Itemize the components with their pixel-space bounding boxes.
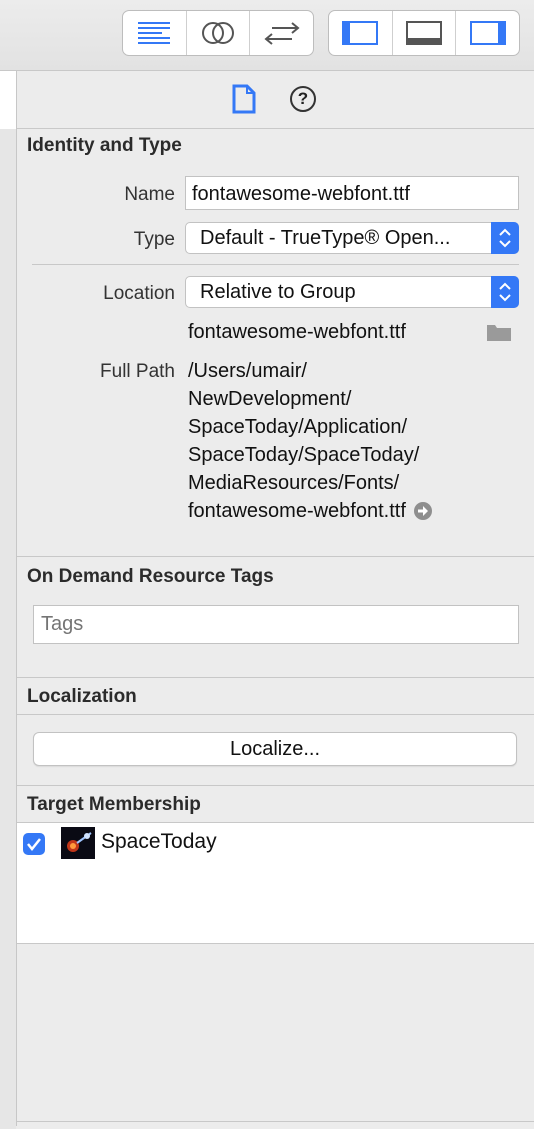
section-divider (17, 677, 534, 678)
full-path-last-line: fontawesome-webfont.ttf (188, 497, 433, 525)
reveal-in-finder-arrow-icon[interactable] (413, 501, 433, 521)
standard-editor-icon (138, 22, 171, 44)
full-path-line: MediaResources/Fonts/ (188, 472, 400, 494)
assistant-editor-button[interactable] (187, 11, 251, 55)
chevron-updown-icon (491, 222, 519, 254)
type-label: Type (133, 229, 175, 250)
localization-section-title: Localization (27, 686, 137, 707)
full-path-line: SpaceToday/SpaceToday/ (188, 444, 420, 466)
full-path-label: Full Path (100, 361, 175, 382)
identity-divider (32, 264, 519, 265)
chevron-updown-icon (491, 276, 519, 308)
inspector-tab-bar (17, 71, 534, 129)
assistant-editor-icon (202, 22, 234, 44)
name-field[interactable]: fontawesome-webfont.ttf (185, 176, 519, 210)
localize-button[interactable]: Localize... (33, 732, 517, 766)
tags-section-title: On Demand Resource Tags (27, 566, 274, 587)
section-divider (17, 785, 534, 786)
editor-edge (0, 71, 17, 1129)
version-editor-icon (264, 22, 300, 45)
view-toggle-segmented-control (328, 10, 520, 56)
target-membership-section-title: Target Membership (27, 794, 201, 815)
target-membership-list: SpaceToday (17, 822, 534, 944)
target-row[interactable]: SpaceToday (17, 823, 534, 863)
file-inspector-icon[interactable] (231, 84, 257, 114)
folder-icon[interactable] (486, 322, 512, 342)
navigator-toggle-button[interactable] (329, 11, 393, 55)
target-name: SpaceToday (101, 830, 217, 853)
utilities-toggle-icon (469, 21, 506, 45)
full-path-line: fontawesome-webfont.ttf (188, 500, 406, 522)
quick-help-icon[interactable]: ? (290, 86, 316, 112)
section-divider (17, 556, 534, 557)
file-name-value: fontawesome-webfont.ttf (188, 321, 406, 343)
tags-input[interactable] (33, 605, 519, 644)
full-path-line: SpaceToday/Application/ (188, 416, 408, 438)
type-popup-value: Default - TrueType® Open... (200, 227, 451, 249)
location-label: Location (103, 283, 175, 304)
quick-help-glyph: ? (297, 89, 309, 108)
navigator-toggle-icon (342, 21, 379, 45)
version-editor-button[interactable] (250, 11, 313, 55)
debug-area-toggle-icon (406, 21, 442, 45)
standard-editor-button[interactable] (123, 11, 187, 55)
location-popup[interactable]: Relative to Group (185, 276, 519, 308)
editor-mode-segmented-control (122, 10, 314, 56)
type-popup[interactable]: Default - TrueType® Open... (185, 222, 519, 254)
utilities-toggle-button[interactable] (456, 11, 519, 55)
full-path-line: /Users/umair/ (188, 360, 307, 382)
name-label: Name (124, 184, 175, 205)
full-path-value: /Users/umair/ NewDevelopment/ SpaceToday… (188, 357, 433, 525)
debug-area-toggle-button[interactable] (393, 11, 457, 55)
bottom-divider (17, 1121, 534, 1122)
target-checkbox[interactable] (23, 833, 45, 855)
identity-section-title: Identity and Type (27, 135, 182, 156)
location-popup-value: Relative to Group (200, 281, 356, 303)
section-divider (17, 714, 534, 715)
app-icon (61, 827, 95, 859)
full-path-line: NewDevelopment/ (188, 388, 352, 410)
checkmark-icon (27, 838, 41, 852)
